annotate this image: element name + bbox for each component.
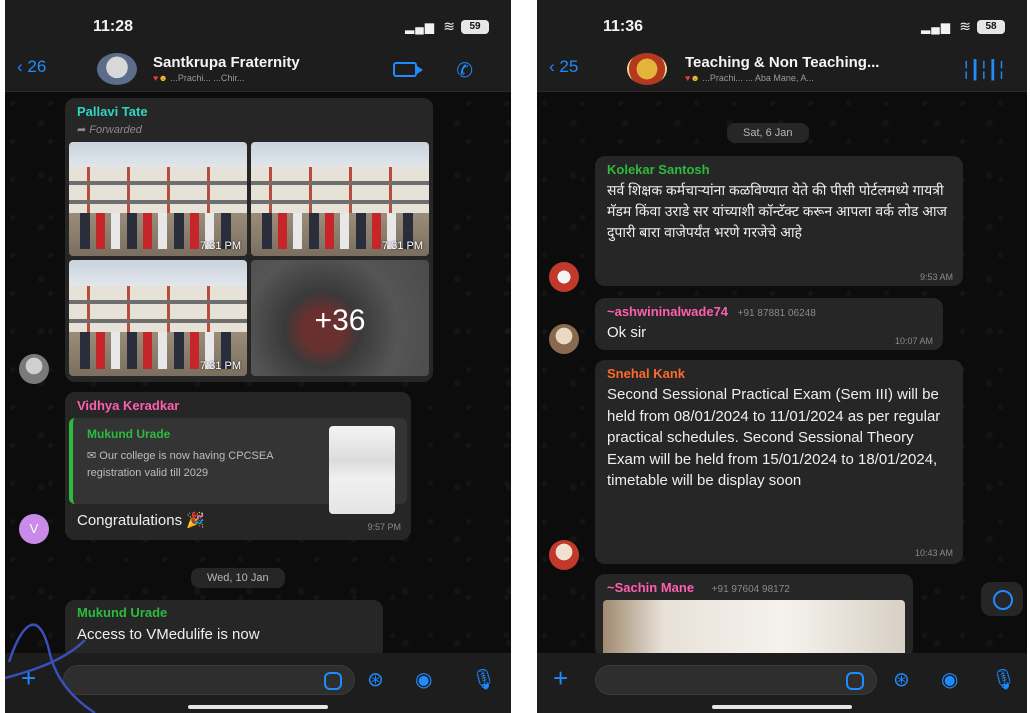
status-time: 11:28 — [93, 18, 134, 35]
message-sender: ~Sachin Mane +91 97604 98172 — [607, 580, 790, 595]
photo-time: 7:31 PM — [200, 360, 241, 372]
home-indicator — [188, 705, 328, 709]
quoted-text: ✉ Our college is now having CPCSEA regis… — [87, 450, 273, 479]
status-bar: 11:36 ▂▄▆ ≋ 58 — [537, 0, 1027, 46]
audio-wave-icon[interactable]: ╎┃╎┃╎ — [961, 60, 1007, 81]
sender-avatar[interactable] — [549, 540, 579, 570]
photo-time: 7:31 PM — [382, 240, 423, 252]
battery-icon: 58 — [977, 20, 1005, 34]
chat-header: ‹ 25 Teaching & Non Teaching... ♥☻ ...Pr… — [537, 46, 1027, 92]
group-avatar[interactable] — [627, 53, 667, 85]
payment-icon[interactable]: ⊛ — [367, 667, 384, 692]
quoted-sender: Mukund Urade — [87, 427, 171, 441]
album-more-photos[interactable]: +36 — [251, 260, 429, 376]
message-sender: Kolekar Santosh — [607, 162, 710, 177]
signal-icon: ▂▄▆ — [405, 20, 435, 34]
message-bubble[interactable]: Kolekar Santosh सर्व शिक्षक कर्मचाऱ्यांन… — [595, 156, 963, 286]
message-text: Ok sir — [607, 324, 647, 341]
payment-icon[interactable]: ⊛ — [893, 667, 910, 692]
chat-screen-left: 11:28 ▂▄▆ ≋ 59 ‹ 26 Santkrupa Fraternity… — [5, 0, 511, 713]
back-button[interactable]: ‹ 25 — [549, 57, 578, 77]
plus-icon[interactable]: + — [553, 663, 568, 694]
group-title[interactable]: Teaching & Non Teaching... — [685, 54, 879, 71]
forwarded-label: ➦ Forwarded — [77, 124, 142, 136]
message-text: Second Sessional Practical Exam (Sem III… — [607, 386, 941, 489]
video-call-icon[interactable] — [393, 62, 423, 77]
chat-header: ‹ 26 Santkrupa Fraternity ♥☻ ...Prachi..… — [5, 46, 511, 92]
message-time: 9:57 PM — [367, 522, 401, 532]
message-time: 9:53 AM — [919, 272, 953, 282]
sticker-icon[interactable] — [324, 672, 342, 690]
home-indicator — [712, 705, 852, 709]
camera-icon[interactable]: ◉ — [941, 667, 958, 692]
emoji-icon: ☻ — [158, 73, 168, 83]
emoji-icon: ☻ — [690, 73, 700, 83]
signal-icon: ▂▄▆ — [921, 20, 951, 34]
voice-call-icon[interactable]: ✆ — [456, 58, 473, 83]
group-members: ♥☻ ...Prachi... ... Aba Mane, A... — [685, 73, 814, 83]
message-sender: Pallavi Tate — [77, 104, 148, 119]
camera-icon[interactable]: ◉ — [415, 667, 432, 692]
pen-scribble — [5, 623, 96, 713]
more-photos-count: +36 — [314, 304, 366, 338]
sender-avatar[interactable] — [549, 262, 579, 292]
message-sender: Vidhya Keradkar — [77, 398, 180, 413]
message-time: 10:07 AM — [894, 336, 933, 346]
group-avatar[interactable] — [97, 53, 137, 85]
album-photo[interactable]: 7:31 PM — [251, 142, 429, 256]
sticker-icon[interactable] — [846, 672, 864, 690]
message-bubble[interactable]: Snehal Kank Second Sessional Practical E… — [595, 360, 963, 564]
quoted-thumbnail — [329, 426, 395, 514]
scroll-to-bottom-button[interactable] — [981, 582, 1023, 616]
message-input-bar: + ⊛ ◉ 🎙 — [537, 653, 1027, 713]
group-members: ♥☻ ...Prachi... ...Chir... — [153, 73, 245, 83]
wifi-icon: ≋ — [443, 18, 455, 34]
mail-icon: ✉ — [87, 450, 97, 462]
photo-time: 7:31 PM — [200, 240, 241, 252]
back-count: 25 — [559, 57, 579, 76]
sender-avatar[interactable]: V — [19, 514, 49, 544]
quoted-message[interactable]: Mukund Urade ✉ Our college is now having… — [69, 418, 407, 514]
album-photo[interactable]: 7:31 PM — [69, 142, 247, 256]
message-text: सर्व शिक्षक कर्मचाऱ्यांना कळविण्यात येते… — [607, 182, 947, 240]
sender-phone: +91 97604 98172 — [711, 584, 790, 595]
message-time: 10:43 AM — [914, 548, 953, 558]
message-text: Congratulations 🎉 — [77, 512, 205, 529]
message-bubble[interactable]: ~Sachin Mane +91 97604 98172 — [595, 574, 913, 658]
album-message[interactable]: Pallavi Tate ➦ Forwarded 7:31 PM 7:31 PM… — [65, 98, 433, 382]
message-sender: ~ashwininalwade74 +91 87881 06248 — [607, 304, 816, 319]
message-input[interactable] — [595, 665, 877, 695]
message-image[interactable] — [603, 600, 905, 658]
battery-icon: 59 — [461, 20, 489, 34]
message-sender: Snehal Kank — [607, 366, 686, 381]
microphone-icon[interactable]: 🎙 — [471, 667, 496, 692]
date-separator: Wed, 10 Jan — [191, 568, 285, 588]
date-separator: Sat, 6 Jan — [727, 123, 809, 143]
reply-message[interactable]: Vidhya Keradkar Mukund Urade ✉ Our colle… — [65, 392, 411, 540]
sender-avatar[interactable] — [549, 324, 579, 354]
message-bubble[interactable]: ~ashwininalwade74 +91 87881 06248 Ok sir… — [595, 298, 943, 350]
microphone-icon[interactable]: 🎙 — [991, 667, 1016, 692]
sender-avatar[interactable] — [19, 354, 49, 384]
sender-phone: +91 87881 06248 — [737, 308, 816, 319]
group-title[interactable]: Santkrupa Fraternity — [153, 54, 300, 71]
album-photo[interactable]: 7:31 PM — [69, 260, 247, 376]
status-time: 11:36 — [603, 18, 644, 35]
back-count: 26 — [27, 57, 47, 76]
wifi-icon: ≋ — [959, 18, 971, 34]
status-bar: 11:28 ▂▄▆ ≋ 59 — [5, 0, 511, 46]
back-button[interactable]: ‹ 26 — [17, 57, 46, 77]
chat-screen-right: 11:36 ▂▄▆ ≋ 58 ‹ 25 Teaching & Non Teach… — [537, 0, 1027, 713]
